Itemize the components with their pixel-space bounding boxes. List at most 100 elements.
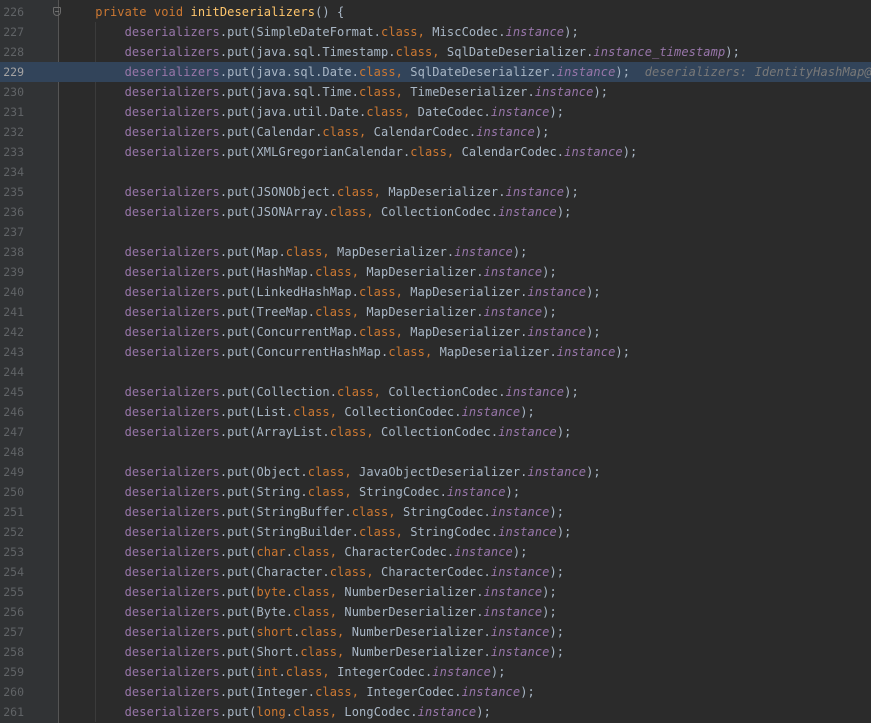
code-line[interactable]: 228 deserializers.put(java.sql.Timestamp… xyxy=(0,42,871,62)
line-number[interactable]: 241 xyxy=(0,302,24,322)
line-text: deserializers.put(JSONArray.class, Colle… xyxy=(66,202,572,222)
line-number[interactable]: 235 xyxy=(0,182,24,202)
line-number[interactable]: 253 xyxy=(0,542,24,562)
line-number[interactable]: 228 xyxy=(0,42,24,62)
line-number[interactable]: 234 xyxy=(0,162,24,182)
code-line[interactable]: 259 deserializers.put(int.class, Integer… xyxy=(0,662,871,682)
line-number[interactable]: 254 xyxy=(0,562,24,582)
code-token: ); xyxy=(476,705,491,719)
line-number[interactable]: 232 xyxy=(0,122,24,142)
line-number[interactable]: 240 xyxy=(0,282,24,302)
code-editor[interactable]: − 226 private void initDeserializers() {… xyxy=(0,0,871,723)
line-number[interactable]: 261 xyxy=(0,702,24,722)
code-line[interactable]: 244 xyxy=(0,362,871,382)
line-text: deserializers.put(java.sql.Time.class, T… xyxy=(66,82,608,102)
line-number[interactable]: 249 xyxy=(0,462,24,482)
line-number[interactable]: 252 xyxy=(0,522,24,542)
code-line[interactable]: 255 deserializers.put(byte.class, Number… xyxy=(0,582,871,602)
code-line[interactable]: 235 deserializers.put(JSONObject.class, … xyxy=(0,182,871,202)
line-number[interactable]: 246 xyxy=(0,402,24,422)
code-line[interactable]: 230 deserializers.put(java.sql.Time.clas… xyxy=(0,82,871,102)
code-line[interactable]: 251 deserializers.put(StringBuffer.class… xyxy=(0,502,871,522)
line-text: deserializers.put(byte.class, NumberDese… xyxy=(66,582,557,602)
line-number[interactable]: 256 xyxy=(0,602,24,622)
line-text: deserializers.put(ConcurrentHashMap.clas… xyxy=(66,342,630,362)
code-line[interactable]: 254 deserializers.put(Character.class, C… xyxy=(0,562,871,582)
line-number[interactable]: 259 xyxy=(0,662,24,682)
line-number[interactable]: 242 xyxy=(0,322,24,342)
code-line[interactable]: 249 deserializers.put(Object.class, Java… xyxy=(0,462,871,482)
line-number[interactable]: 230 xyxy=(0,82,24,102)
line-number[interactable]: 227 xyxy=(0,22,24,42)
code-token: int xyxy=(256,665,279,679)
line-number[interactable]: 226 xyxy=(0,2,24,22)
code-line[interactable]: 242 deserializers.put(ConcurrentMap.clas… xyxy=(0,322,871,342)
line-number[interactable]: 257 xyxy=(0,622,24,642)
code-line[interactable]: 252 deserializers.put(StringBuilder.clas… xyxy=(0,522,871,542)
code-line[interactable]: 233 deserializers.put(XMLGregorianCalend… xyxy=(0,142,871,162)
code-line[interactable]: 243 deserializers.put(ConcurrentHashMap.… xyxy=(0,342,871,362)
code-token: instance xyxy=(505,25,565,39)
line-number[interactable]: 239 xyxy=(0,262,24,282)
code-line[interactable]: 237 xyxy=(0,222,871,242)
code-line[interactable]: 240 deserializers.put(LinkedHashMap.clas… xyxy=(0,282,871,302)
code-token: class xyxy=(285,245,323,259)
code-line[interactable]: 245 deserializers.put(Collection.class, … xyxy=(0,382,871,402)
line-number[interactable]: 233 xyxy=(0,142,24,162)
code-token: .put(java.sql.Time. xyxy=(219,85,360,99)
code-line[interactable]: 227 deserializers.put(SimpleDateFormat.c… xyxy=(0,22,871,42)
code-token: .put(LinkedHashMap. xyxy=(219,285,360,299)
line-number[interactable]: 229 xyxy=(0,62,24,82)
code-token: .put(Byte. xyxy=(219,605,294,619)
code-line[interactable]: 232 deserializers.put(Calendar.class, Ca… xyxy=(0,122,871,142)
line-number[interactable]: 260 xyxy=(0,682,24,702)
code-line[interactable]: 236 deserializers.put(JSONArray.class, C… xyxy=(0,202,871,222)
code-line[interactable]: 231 deserializers.put(java.util.Date.cla… xyxy=(0,102,871,122)
code-token: , xyxy=(344,485,360,499)
code-token: CollectionCodec. xyxy=(381,205,499,219)
code-token: instance xyxy=(556,345,616,359)
code-token: instance xyxy=(556,65,616,79)
line-number[interactable]: 244 xyxy=(0,362,24,382)
line-number[interactable]: 251 xyxy=(0,502,24,522)
code-token: .put(List. xyxy=(219,405,294,419)
code-line[interactable]: 241 deserializers.put(TreeMap.class, Map… xyxy=(0,302,871,322)
code-line[interactable]: 226 private void initDeserializers() { xyxy=(0,2,871,22)
line-text: deserializers.put(XMLGregorianCalendar.c… xyxy=(66,142,638,162)
code-line[interactable]: 257 deserializers.put(short.class, Numbe… xyxy=(0,622,871,642)
code-token: StringCodec. xyxy=(402,505,491,519)
code-line[interactable]: 253 deserializers.put(char.class, Charac… xyxy=(0,542,871,562)
code-line[interactable]: 239 deserializers.put(HashMap.class, Map… xyxy=(0,262,871,282)
code-line[interactable]: 256 deserializers.put(Byte.class, Number… xyxy=(0,602,871,622)
code-line[interactable]: 238 deserializers.put(Map.class, MapDese… xyxy=(0,242,871,262)
code-line[interactable]: 258 deserializers.put(Short.class, Numbe… xyxy=(0,642,871,662)
current-code-line[interactable]: 229 deserializers.put(java.sql.Date.clas… xyxy=(0,62,871,82)
line-number[interactable]: 236 xyxy=(0,202,24,222)
line-number[interactable]: 231 xyxy=(0,102,24,122)
line-number[interactable]: 245 xyxy=(0,382,24,402)
line-number[interactable]: 258 xyxy=(0,642,24,662)
code-line[interactable]: 261 deserializers.put(long.class, LongCo… xyxy=(0,702,871,722)
code-line[interactable]: 234 xyxy=(0,162,871,182)
line-text: private void initDeserializers() { xyxy=(66,2,344,22)
line-number[interactable]: 237 xyxy=(0,222,24,242)
code-token: .put(JSONArray. xyxy=(219,205,330,219)
code-lines[interactable]: 226 private void initDeserializers() {22… xyxy=(0,2,871,722)
code-line[interactable]: 248 xyxy=(0,442,871,462)
line-number[interactable]: 255 xyxy=(0,582,24,602)
line-number[interactable]: 247 xyxy=(0,422,24,442)
code-line[interactable]: 260 deserializers.put(Integer.class, Int… xyxy=(0,682,871,702)
code-token: .put(String. xyxy=(219,485,308,499)
line-number[interactable]: 248 xyxy=(0,442,24,462)
code-line[interactable]: 246 deserializers.put(List.class, Collec… xyxy=(0,402,871,422)
line-number[interactable]: 250 xyxy=(0,482,24,502)
line-number[interactable]: 238 xyxy=(0,242,24,262)
code-line[interactable]: 247 deserializers.put(ArrayList.class, C… xyxy=(0,422,871,442)
code-line[interactable]: 250 deserializers.put(String.class, Stri… xyxy=(0,482,871,502)
code-token: .put(JSONObject. xyxy=(219,185,338,199)
line-number[interactable]: 243 xyxy=(0,342,24,362)
